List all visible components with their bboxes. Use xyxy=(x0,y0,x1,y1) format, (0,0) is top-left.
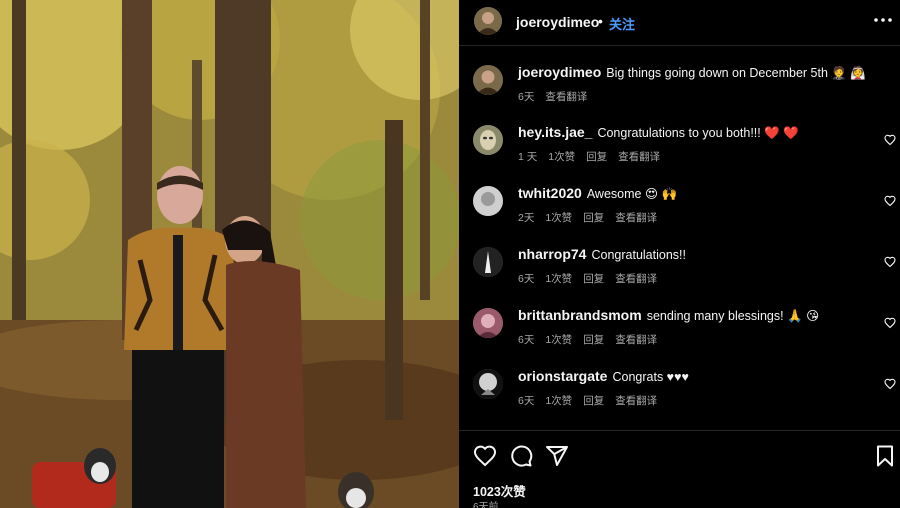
heart-icon[interactable] xyxy=(473,444,497,468)
comment-text: Congratulations to you both!!! ❤️ ❤️ xyxy=(597,126,799,140)
comment-time: 6天 xyxy=(518,273,535,285)
translate-link[interactable]: 查看翻译 xyxy=(615,395,657,407)
caption-text: Big things going down on December 5th 🤵 … xyxy=(606,66,866,80)
photo-illustration xyxy=(0,0,459,508)
comment-username[interactable]: orionstargate xyxy=(518,368,607,384)
comment-time: 2天 xyxy=(518,212,535,224)
bookmark-icon[interactable] xyxy=(873,444,897,468)
comment-item: twhit2020 Awesome 😍 🙌 2天 1次赞 回复 查看翻译 xyxy=(459,183,900,233)
caption: joeroydimeo Big things going down on Dece… xyxy=(459,62,900,112)
post-actions xyxy=(459,440,900,470)
user-avatar-icon[interactable] xyxy=(473,186,503,216)
reply-button[interactable]: 回复 xyxy=(583,334,604,346)
translate-link[interactable]: 查看翻译 xyxy=(545,91,587,103)
comment-like-heart-icon[interactable] xyxy=(884,316,896,329)
user-avatar-icon[interactable] xyxy=(474,7,502,35)
comment-like-heart-icon[interactable] xyxy=(884,194,896,207)
post-photo[interactable] xyxy=(0,0,459,508)
comment-time: 6天 xyxy=(518,395,535,407)
comment-likes[interactable]: 1次赞 xyxy=(545,273,572,285)
comment-likes[interactable]: 1次赞 xyxy=(545,334,572,346)
post-time: 6天前 xyxy=(473,502,499,508)
comment-text: Awesome 😍 🙌 xyxy=(586,187,678,201)
comment-time: 1 天 xyxy=(518,151,538,163)
reply-button[interactable]: 回复 xyxy=(583,273,604,285)
comment-likes[interactable]: 1次赞 xyxy=(545,212,572,224)
comment-likes[interactable]: 1次赞 xyxy=(548,151,575,163)
user-avatar-icon[interactable] xyxy=(473,369,503,399)
reply-button[interactable]: 回复 xyxy=(583,395,604,407)
post-header: joeroydimeo • 关注 xyxy=(459,0,900,46)
comment-item: brittanbrandsmom sending many blessings! … xyxy=(459,305,900,355)
user-avatar-icon[interactable] xyxy=(473,247,503,277)
caption-username[interactable]: joeroydimeo xyxy=(518,64,601,80)
follow-button[interactable]: 关注 xyxy=(609,14,635,33)
user-avatar-icon[interactable] xyxy=(473,125,503,155)
comment-time: 6天 xyxy=(518,334,535,346)
comment-text: sending many blessings! 🙏 😘 xyxy=(646,309,820,323)
comment-item: orionstargate Congrats ♥♥♥ 6天 1次赞 回复 查看翻译 xyxy=(459,366,900,416)
post-panel: joeroydimeo • 关注 joeroydimeo Big things g… xyxy=(459,0,900,508)
actions-divider xyxy=(459,430,900,431)
more-options-icon[interactable] xyxy=(872,9,894,31)
translate-link[interactable]: 查看翻译 xyxy=(615,212,657,224)
comment-username[interactable]: nharrop74 xyxy=(518,246,586,262)
comment-username[interactable]: brittanbrandsmom xyxy=(518,307,642,323)
separator-dot: • xyxy=(598,13,603,29)
reply-button[interactable]: 回复 xyxy=(583,212,604,224)
user-avatar-icon[interactable] xyxy=(473,65,503,95)
comment-icon[interactable] xyxy=(509,444,533,468)
comment-like-heart-icon[interactable] xyxy=(884,133,896,146)
comment-like-heart-icon[interactable] xyxy=(884,255,896,268)
comment-username[interactable]: twhit2020 xyxy=(518,185,582,201)
comment-like-heart-icon[interactable] xyxy=(884,377,896,390)
comment-text: Congratulations!! xyxy=(591,248,686,262)
translate-link[interactable]: 查看翻译 xyxy=(615,273,657,285)
comment-item: hey.its.jae_ Congratulations to you both!… xyxy=(459,122,900,172)
share-icon[interactable] xyxy=(545,444,569,468)
user-avatar-icon[interactable] xyxy=(473,308,503,338)
caption-time: 6天 xyxy=(518,91,535,103)
translate-link[interactable]: 查看翻译 xyxy=(615,334,657,346)
comment-username[interactable]: hey.its.jae_ xyxy=(518,124,592,140)
comment-text: Congrats ♥♥♥ xyxy=(612,370,689,384)
reply-button[interactable]: 回复 xyxy=(586,151,607,163)
translate-link[interactable]: 查看翻译 xyxy=(618,151,660,163)
comment-likes[interactable]: 1次赞 xyxy=(545,395,572,407)
comment-item: nharrop74 Congratulations!! 6天 1次赞 回复 查看翻译 xyxy=(459,244,900,294)
author-username[interactable]: joeroydimeo xyxy=(516,14,599,30)
